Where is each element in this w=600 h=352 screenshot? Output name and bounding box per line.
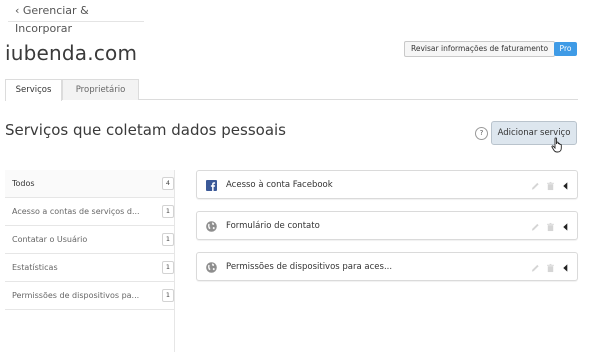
tab-owner[interactable]: Proprietário	[62, 79, 139, 100]
sidebar-item-device-permissions[interactable]: Permissões de dispositivos pa... 1	[5, 282, 174, 310]
edit-icon[interactable]	[531, 263, 540, 273]
trash-icon[interactable]	[546, 181, 555, 191]
sidebar-item-label: Permissões de dispositivos pa...	[12, 291, 140, 300]
edit-icon[interactable]	[531, 222, 540, 232]
sidebar-item-contact-user[interactable]: Contatar o Usuário 1	[5, 226, 174, 254]
sidebar-item-label: Contatar o Usuário	[12, 235, 88, 244]
sidebar-item-label: Estatísticas	[12, 263, 58, 272]
caret-left-icon[interactable]	[561, 222, 570, 232]
trash-icon[interactable]	[546, 263, 555, 273]
count-badge: 1	[162, 205, 174, 218]
help-icon[interactable]: ?	[475, 127, 488, 140]
caret-left-icon[interactable]	[561, 263, 570, 273]
sidebar-item-all[interactable]: Todos 4	[5, 170, 174, 198]
tab-services[interactable]: Serviços	[5, 79, 62, 101]
count-badge: 1	[162, 261, 174, 274]
count-badge: 4	[162, 177, 174, 190]
globe-icon	[206, 221, 217, 232]
facebook-icon	[206, 180, 217, 191]
edit-icon[interactable]	[531, 181, 540, 191]
count-badge: 1	[162, 233, 174, 246]
globe-icon	[206, 262, 217, 273]
count-badge: 1	[162, 289, 174, 302]
sidebar-item-account-access[interactable]: Acesso a contas de serviços d... 1	[5, 198, 174, 226]
site-title: iubenda.com	[5, 41, 138, 65]
tab-bar: Serviços Proprietário	[5, 79, 578, 101]
caret-left-icon[interactable]	[561, 181, 570, 191]
plan-badge: Pro	[554, 42, 577, 56]
service-name: Permissões de dispositivos para aces...	[226, 262, 393, 272]
service-name: Acesso à conta Facebook	[226, 180, 333, 190]
trash-icon[interactable]	[546, 222, 555, 232]
service-card[interactable]: Permissões de dispositivos para aces...	[196, 252, 578, 281]
hand-cursor-icon	[551, 137, 562, 153]
review-billing-button[interactable]: Revisar informações de faturamento	[404, 41, 556, 57]
sidebar-item-label: Todos	[12, 179, 35, 188]
service-name: Formulário de contato	[226, 221, 320, 231]
back-link-manage-embed[interactable]: ‹ Gerenciar & Incorporar	[8, 2, 144, 35]
section-title: Serviços que coletam dados pessoais	[5, 121, 286, 139]
category-sidebar: Todos 4 Acesso a contas de serviços d...…	[5, 170, 175, 352]
sidebar-item-statistics[interactable]: Estatísticas 1	[5, 254, 174, 282]
service-card[interactable]: Formulário de contato	[196, 211, 578, 240]
service-card[interactable]: Acesso à conta Facebook	[196, 170, 578, 199]
sidebar-item-label: Acesso a contas de serviços d...	[12, 207, 140, 216]
